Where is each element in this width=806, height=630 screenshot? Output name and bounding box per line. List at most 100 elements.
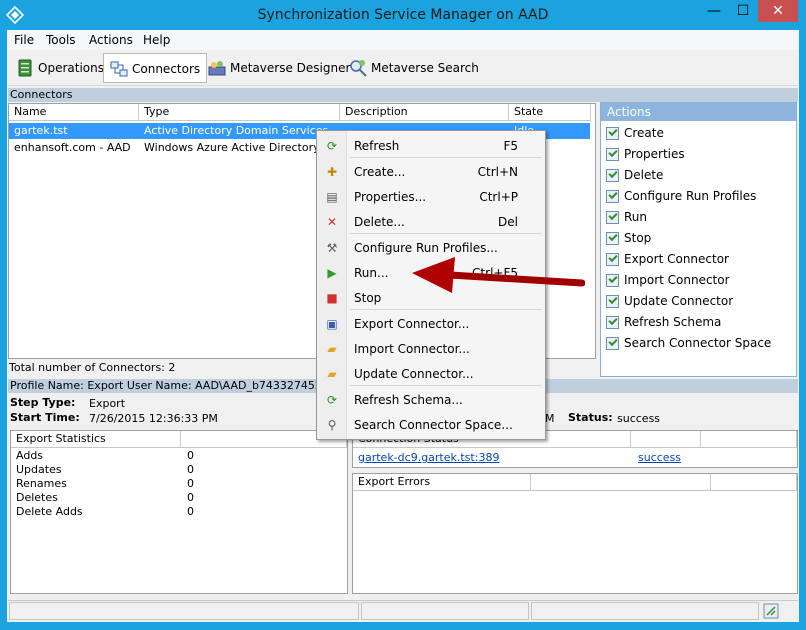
action-create[interactable]: Create [606, 123, 664, 144]
operations-button[interactable]: Operations [10, 53, 110, 83]
status-panel [361, 602, 529, 620]
connector-count: Total number of Connectors: 2 [9, 361, 176, 374]
context-menu-label: Delete... [354, 215, 405, 229]
action-icon [606, 148, 619, 161]
stop-icon: ■ [326, 291, 338, 305]
action-label: Import Connector [624, 273, 730, 287]
stat-value: 0 [187, 505, 194, 518]
create-icon: ✚ [326, 165, 338, 179]
context-menu-item[interactable]: ▰ Import Connector... [318, 337, 544, 361]
context-menu-label: Refresh [354, 139, 400, 153]
context-menu-separator [350, 157, 542, 158]
close-button[interactable]: ✕ [758, 0, 798, 22]
action-export-connector[interactable]: Export Connector [606, 249, 729, 270]
annotation-arrow [412, 257, 585, 293]
status-panel [9, 602, 359, 620]
end-time-value: M [545, 412, 555, 425]
start-time-value: 7/26/2015 12:36:33 PM [89, 412, 218, 425]
connection-server-link[interactable]: gartek-dc9.gartek.tst:389 [353, 450, 623, 466]
action-label: Search Connector Space [624, 336, 772, 350]
maximize-button[interactable]: ☐ [729, 0, 757, 22]
column-header-description[interactable]: Description [340, 104, 509, 121]
minimize-button[interactable]: — [700, 0, 728, 22]
context-menu-shortcut: Ctrl+N [477, 165, 518, 179]
connectors-button[interactable]: Connectors [103, 53, 208, 83]
action-label: Delete [624, 168, 664, 182]
stat-value: 0 [187, 449, 194, 462]
context-menu-item[interactable]: ✕ Delete... Del [318, 210, 544, 234]
metaverse-search-icon [348, 58, 368, 78]
menu-actions[interactable]: Actions [84, 31, 138, 49]
context-menu-separator [350, 309, 542, 310]
context-menu-item[interactable]: ⟳ Refresh F5 [318, 134, 544, 158]
export-statistics-header[interactable]: Export Statistics [11, 431, 181, 448]
menu-tools[interactable]: Tools [41, 31, 81, 49]
action-refresh-schema[interactable]: Refresh Schema [606, 312, 721, 333]
stat-value: 0 [187, 477, 194, 490]
action-import-connector[interactable]: Import Connector [606, 270, 730, 291]
action-label: Export Connector [624, 252, 729, 266]
action-run[interactable]: Run [606, 207, 647, 228]
action-label: Run [624, 210, 648, 224]
connectors-section-header: Connectors [8, 88, 798, 102]
context-menu-item[interactable]: ⟳ Refresh Schema... [318, 388, 544, 412]
connection-extra-header[interactable] [701, 431, 797, 448]
menu-help[interactable]: Help [138, 31, 175, 49]
context-menu-item[interactable]: ✚ Create... Ctrl+N [318, 160, 544, 184]
folder-update-icon: ▰ [327, 367, 337, 381]
action-delete[interactable]: Delete [606, 165, 663, 186]
actions-panel-title: Actions [601, 103, 796, 121]
action-label: Stop [624, 231, 652, 245]
operations-label: Operations [38, 61, 104, 75]
action-update-connector[interactable]: Update Connector [606, 291, 733, 312]
context-menu-item[interactable]: ⚲ Search Connector Space... [318, 413, 544, 437]
context-menu-label: Refresh Schema... [354, 393, 463, 407]
configure-icon: ⚒ [326, 241, 338, 255]
export-errors-header[interactable]: Export Errors [353, 474, 531, 491]
export-errors-column-2[interactable] [531, 474, 711, 491]
delete-icon: ✕ [326, 215, 338, 229]
column-header-name[interactable]: Name [9, 104, 139, 121]
step-type-label: Step Type: [10, 396, 76, 409]
refresh-schema-icon: ⟳ [326, 393, 338, 407]
context-menu-label: Stop [354, 291, 382, 305]
column-header-state[interactable]: State [509, 104, 591, 121]
connection-result-link[interactable]: success [633, 450, 699, 466]
context-menu-label: Update Connector... [354, 367, 474, 381]
metaverse-search-label: Metaverse Search [371, 61, 479, 75]
connector-type: Active Directory Domain Services [144, 124, 329, 137]
action-icon [606, 295, 619, 308]
action-configure-run-profiles[interactable]: Configure Run Profiles [606, 186, 756, 207]
export-errors-grid [352, 473, 798, 594]
action-label: Update Connector [624, 294, 734, 308]
column-header-type[interactable]: Type [139, 104, 340, 121]
context-menu-shortcut: F5 [503, 139, 518, 153]
operations-icon [15, 58, 35, 78]
connector-name: gartek.tst [14, 124, 68, 137]
metaverse-search-button[interactable]: Metaverse Search [343, 53, 485, 83]
menu-file[interactable]: File [9, 31, 39, 49]
metaverse-designer-icon [207, 58, 227, 78]
action-label: Configure Run Profiles [624, 189, 757, 203]
export-errors-column-3[interactable] [711, 474, 797, 491]
context-menu-label: Export Connector... [354, 317, 470, 331]
action-icon [606, 274, 619, 287]
stat-label: Delete Adds [16, 505, 83, 518]
action-stop[interactable]: Stop [606, 228, 651, 249]
context-menu-label: Create... [354, 165, 406, 179]
stat-value: 0 [187, 491, 194, 504]
context-menu-item[interactable]: ▤ Properties... Ctrl+P [318, 185, 544, 209]
connector-name: enhansoft.com - AAD [14, 141, 131, 154]
stat-label: Adds [16, 449, 44, 462]
action-properties[interactable]: Properties [606, 144, 685, 165]
action-label: Properties [624, 147, 685, 161]
status-label: Status: [568, 411, 613, 424]
context-menu-item[interactable]: ▰ Update Connector... [318, 362, 544, 386]
connection-result-header[interactable] [631, 431, 701, 448]
context-menu-item[interactable]: ▣ Export Connector... [318, 312, 544, 336]
resize-grip-icon[interactable] [763, 603, 779, 619]
metaverse-designer-button[interactable]: Metaverse Designer [202, 53, 356, 83]
connector-type: Windows Azure Active Directory (Mic [144, 141, 339, 154]
action-search-connector-space[interactable]: Search Connector Space [606, 333, 771, 354]
status-panel [531, 602, 759, 620]
